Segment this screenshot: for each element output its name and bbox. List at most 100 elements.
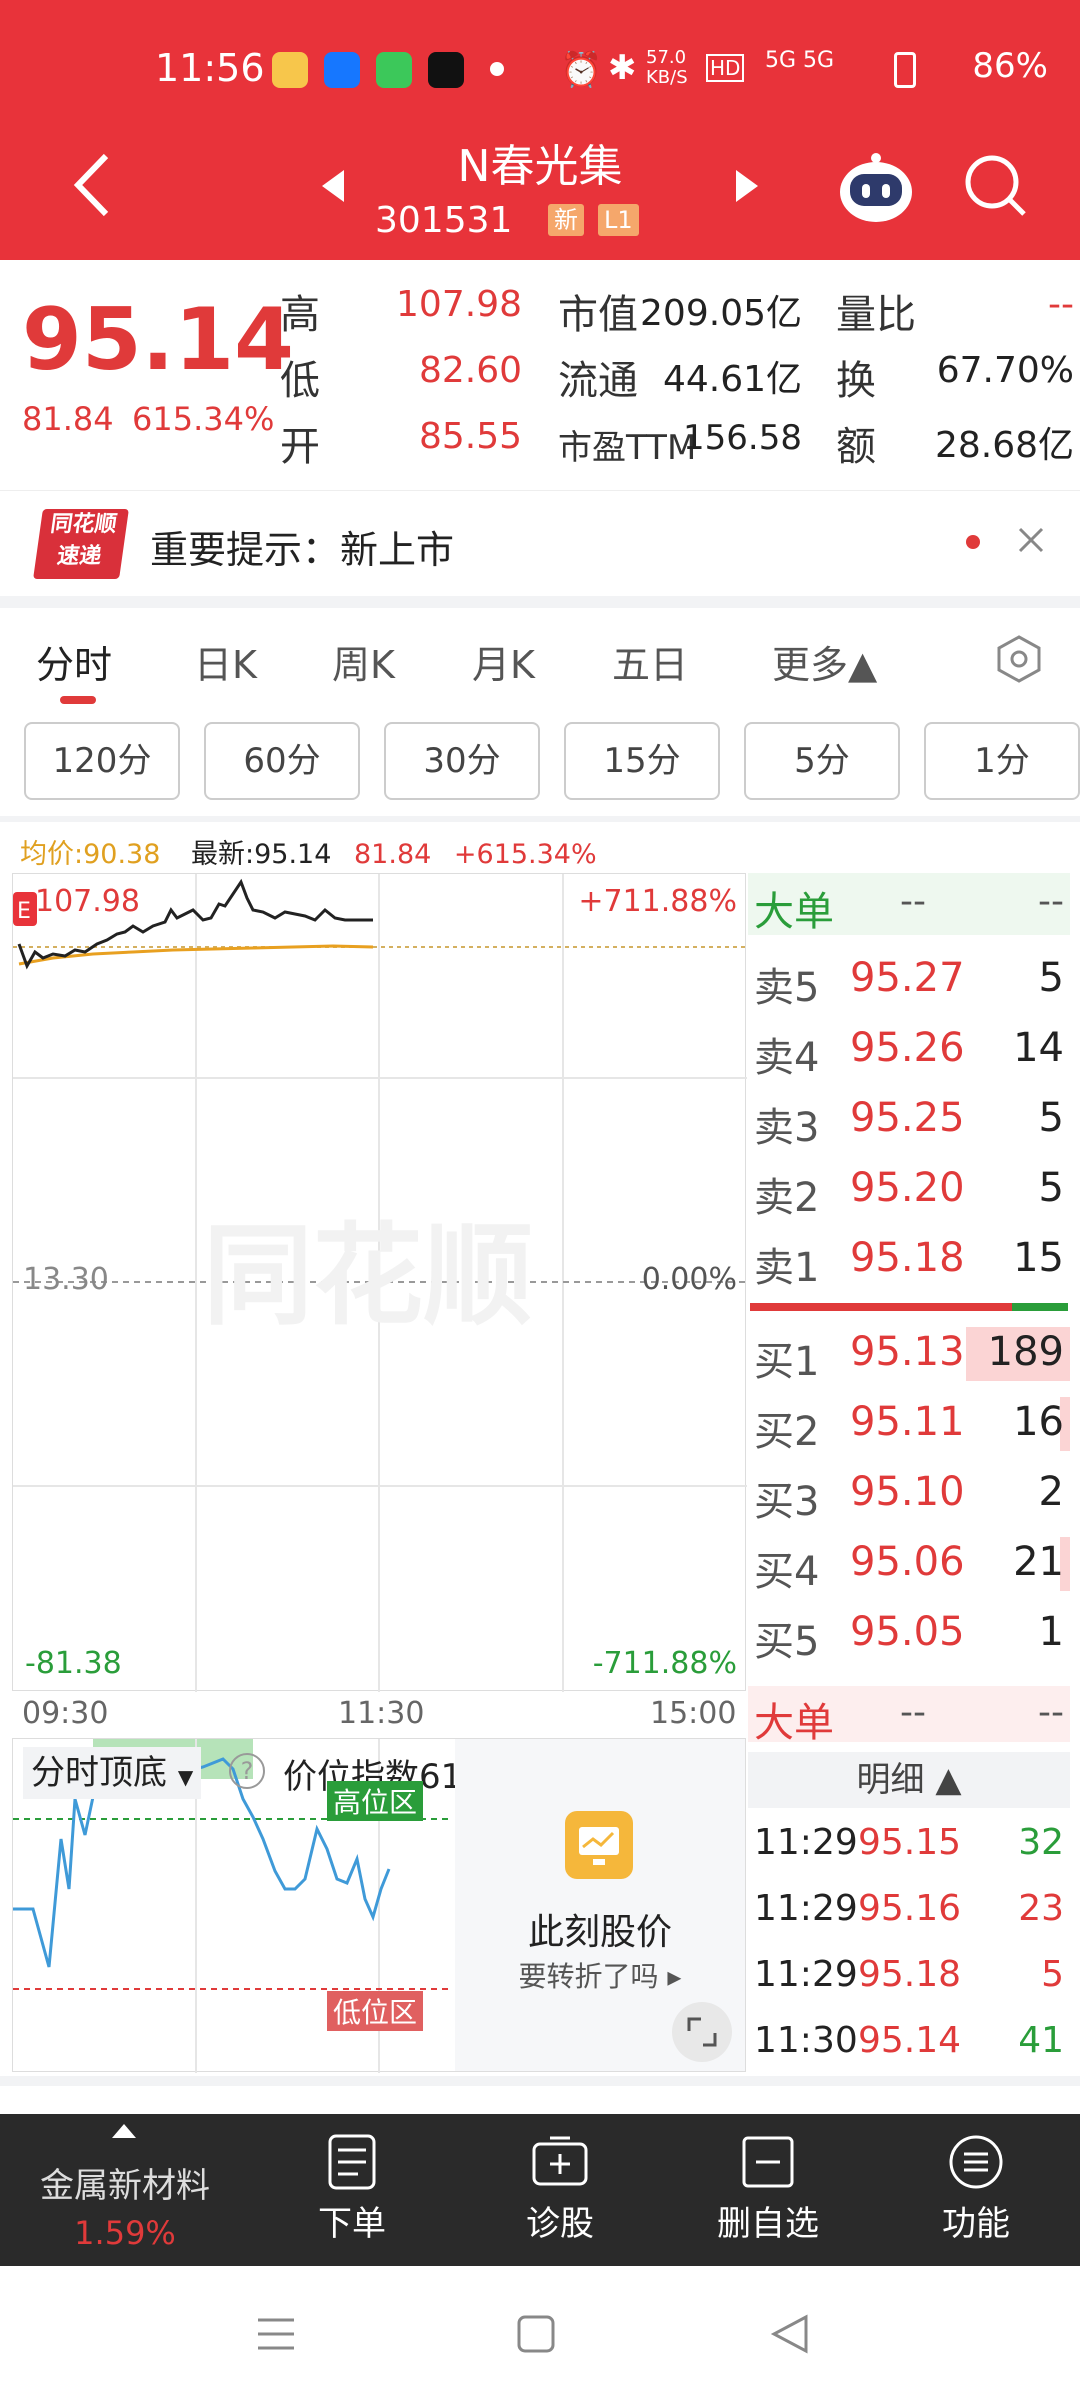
buy-row-4[interactable]: 买4 95.06 21 [748,1529,1070,1599]
buy-label: 买5 [754,1619,820,1665]
tab-weekly-k[interactable]: 周K [332,634,395,689]
sell-row-3[interactable]: 卖3 95.25 5 [748,1085,1070,1155]
buy-row-5[interactable]: 买5 95.05 1 [748,1599,1070,1669]
sell-row-2[interactable]: 卖2 95.20 5 [748,1155,1070,1225]
buy-row-2[interactable]: 买2 95.11 16 [748,1389,1070,1459]
period-60m[interactable]: 60分 [204,722,360,800]
sector-name[interactable]: 金属新材料 [10,2158,240,2207]
trade-volume: 32 [1018,1822,1064,1863]
buy-volume: 21 [1013,1539,1064,1585]
system-nav-bar [0,2266,1080,2400]
y-min-pct: -711.88% [592,1646,737,1681]
sell-volume: 14 [1013,1025,1064,1071]
x-label-close: 15:00 [650,1696,737,1731]
sell-row-5[interactable]: 卖5 95.27 5 [748,945,1070,1015]
net-speed: 57.0 KB/S [646,47,688,88]
sell-price: 95.20 [850,1165,965,1211]
sector-change: 1.59% [74,2214,176,2252]
trade-time: 11:29 [754,1954,858,1995]
y-mid-pct: 0.00% [641,1262,737,1297]
battery-icon [894,52,916,88]
buy-row-3[interactable]: 买3 95.10 2 [748,1459,1070,1529]
next-stock-icon[interactable] [734,168,762,204]
diagnose-button[interactable]: 诊股 [480,2134,640,2245]
big-order-label: 大单 [754,889,834,935]
low-label: 低 [280,358,320,404]
latest-price-label: 最新:95.14 [191,839,332,870]
svg-text:E: E [17,899,31,924]
buy-label: 买1 [754,1339,820,1385]
detail-big-order-value-2: -- [1038,1692,1064,1733]
search-icon[interactable] [960,150,1030,220]
tab-intraday[interactable]: 分时 [36,634,112,689]
stock-code: 301531 [375,200,513,241]
settings-hexagon-icon[interactable] [994,634,1044,684]
functions-button[interactable]: 功能 [896,2134,1056,2245]
home-icon[interactable] [516,2314,556,2354]
help-icon[interactable]: ? [229,1753,265,1789]
trade-row: 11:29 95.16 23 [748,1882,1070,1948]
tab-more[interactable]: 更多▲ [772,634,877,689]
tiktok-icon [428,52,464,88]
sell-row-1[interactable]: 卖1 95.18 15 [748,1225,1070,1295]
detail-big-order-header[interactable]: 大单 -- -- [748,1686,1070,1746]
back-nav-icon[interactable] [770,2314,810,2354]
unread-dot-icon [966,535,980,549]
chat-icon [376,52,412,88]
big-order-header[interactable]: 大单 -- -- [748,873,1070,935]
tab-five-day[interactable]: 五日 [612,634,688,689]
fullscreen-icon[interactable] [671,2001,733,2063]
recents-icon[interactable] [256,2314,296,2354]
robot-assistant-icon[interactable] [836,148,916,228]
buy-row-1[interactable]: 买1 95.13 189 [748,1319,1070,1389]
tab-monthly-k[interactable]: 月K [472,634,535,689]
period-selector: 120分 60分 30分 15分 5分 1分 [0,722,1080,804]
order-label: 下单 [318,2204,386,2244]
pe-label: 市盈TTM [558,428,697,468]
float-value: 44.61亿 [662,359,802,400]
promo-card[interactable]: 此刻股价 要转折了吗 ▸ [455,1739,745,2071]
tab-daily-k[interactable]: 日K [194,634,257,689]
price-change-pct: 615.34% [132,400,275,438]
remove-watchlist-button[interactable]: 删自选 [688,2134,848,2245]
watermark: 同花顺 [203,1212,533,1340]
indicator-select[interactable]: 分时顶底 ▼ [23,1747,202,1799]
expand-up-icon[interactable] [112,2124,136,2138]
notice-bar[interactable]: 同花顺 速递 重要提示：新上市 [0,490,1080,590]
buy-label: 买2 [754,1409,820,1455]
hd-icon: HD [706,54,745,82]
sell-label: 卖1 [754,1245,820,1291]
trade-price: 95.14 [858,2020,962,2061]
detail-header[interactable]: 明细 ▲ [748,1752,1070,1808]
close-icon[interactable] [1016,525,1046,555]
functions-label: 功能 [942,2204,1010,2244]
open-value: 85.55 [418,416,522,457]
intraday-chart[interactable]: 同花顺 E 107.98 +711.88% 13.30 0.00% -81.38… [12,873,747,1692]
period-120m[interactable]: 120分 [24,722,180,800]
x-label-open: 09:30 [22,1696,109,1731]
period-1m[interactable]: 1分 [924,722,1080,800]
alipay-icon [324,52,360,88]
sell-row-4[interactable]: 卖4 95.26 14 [748,1015,1070,1085]
trade-volume: 5 [1041,1954,1064,1995]
order-button[interactable]: 下单 [272,2134,432,2245]
buy-volume: 1 [1038,1609,1064,1655]
status-bar: 11:56 ⏰ ✱ 57.0 KB/S HD 5G 5G 86% [0,40,1080,100]
pe-value: 156.58 [683,418,802,458]
turnover-value: 67.70% [936,350,1074,391]
open-label: 开 [280,424,320,470]
alarm-icon: ⏰ [560,50,603,90]
trade-row: 11:30 95.14 41 [748,2014,1070,2080]
buy-label: 买3 [754,1479,820,1525]
sell-label: 卖5 [754,965,820,1011]
buy-sell-ratio-red [750,1303,1012,1311]
mcap-label: 市值 [558,292,638,338]
y-min-price: -81.38 [25,1646,122,1681]
period-30m[interactable]: 30分 [384,722,540,800]
trade-row: 11:29 95.15 32 [748,1816,1070,1882]
period-15m[interactable]: 15分 [564,722,720,800]
ths-express-logo: 同花顺 速递 [33,509,129,579]
active-tab-indicator [60,696,96,704]
period-5m[interactable]: 5分 [744,722,900,800]
chart-info-line: 均价:90.38 最新:95.14 81.84 +615.34% [20,832,597,871]
